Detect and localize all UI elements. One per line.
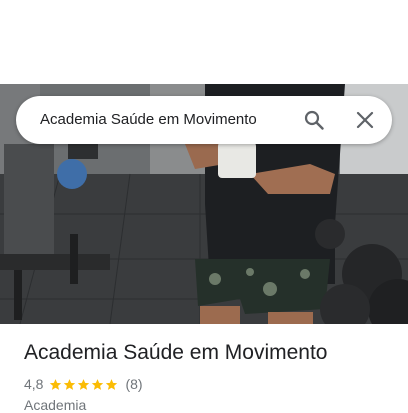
rating-row[interactable]: 4,8 (8) (24, 375, 143, 393)
review-count[interactable]: (8) (125, 376, 142, 392)
place-category: Academia (24, 397, 87, 413)
star-icon (50, 378, 62, 390)
star-icon (78, 378, 90, 390)
star-icon (106, 378, 118, 390)
search-icon[interactable] (302, 108, 326, 132)
star-icon (64, 378, 76, 390)
star-icon (92, 378, 104, 390)
search-bar[interactable]: Academia Saúde em Movimento (16, 96, 392, 144)
rating-value: 4,8 (24, 376, 44, 392)
close-icon[interactable] (353, 108, 377, 132)
place-title: Academia Saúde em Movimento (24, 341, 328, 364)
search-input[interactable]: Academia Saúde em Movimento (40, 96, 257, 144)
star-rating (49, 378, 119, 391)
